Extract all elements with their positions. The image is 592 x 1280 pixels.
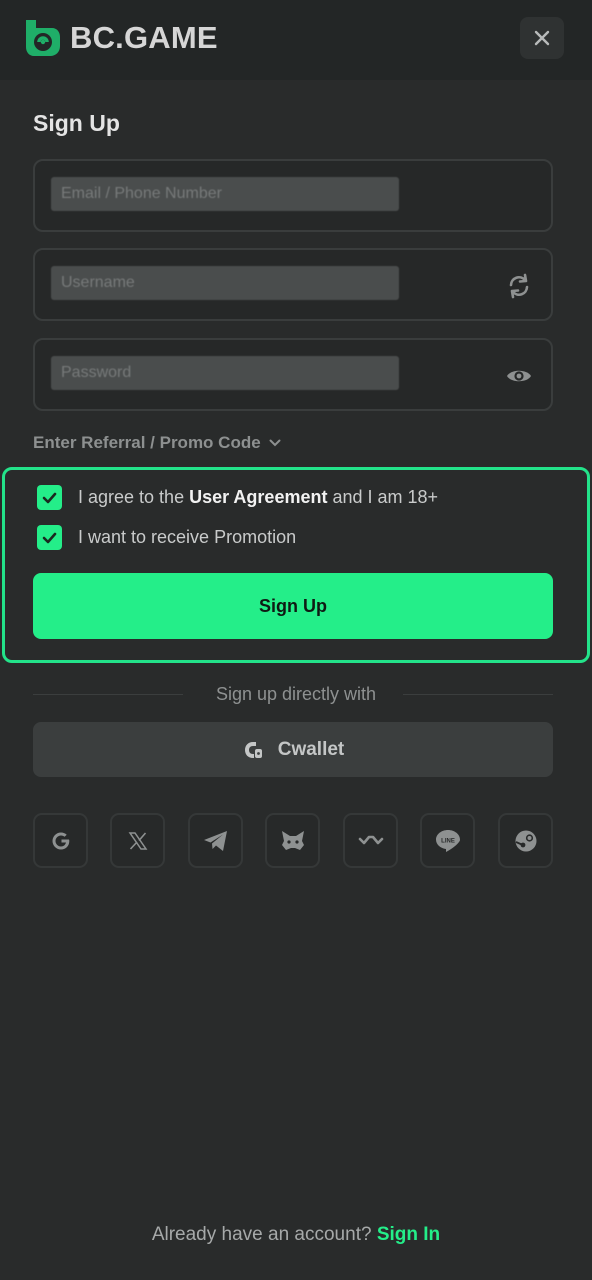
agreement-checkbox[interactable]: [37, 485, 62, 510]
user-agreement-link[interactable]: User Agreement: [189, 487, 327, 507]
chevron-down-icon: [269, 439, 281, 447]
google-icon: [52, 832, 69, 849]
promo-code-toggle[interactable]: Enter Referral / Promo Code: [33, 433, 281, 453]
x-icon: [128, 831, 147, 850]
username-field[interactable]: [33, 248, 553, 321]
agreement-prefix: I agree to the: [78, 487, 190, 507]
google-button[interactable]: [33, 813, 88, 868]
logo[interactable]: BC.GAME: [22, 16, 218, 60]
agreement-suffix: and I am 18+: [327, 487, 439, 507]
footer-prompt: Already have an account?: [151, 1224, 377, 1245]
header: BC.GAME: [0, 0, 592, 80]
line-icon: LINE: [435, 829, 460, 852]
telegram-icon: [203, 830, 227, 851]
promotion-row: I want to receive Promotion: [37, 525, 296, 550]
sign-in-link[interactable]: Sign In: [377, 1224, 440, 1245]
metamask-button[interactable]: [265, 813, 320, 868]
password-field[interactable]: [33, 338, 553, 411]
walletconnect-button[interactable]: [343, 813, 398, 868]
check-icon: [42, 492, 57, 503]
password-input[interactable]: [51, 356, 399, 390]
logo-text: BC.GAME: [70, 20, 218, 55]
refresh-icon[interactable]: [505, 272, 533, 300]
bc-game-logo-icon: [26, 20, 60, 56]
close-button[interactable]: [520, 17, 564, 59]
promo-code-label: Enter Referral / Promo Code: [33, 433, 261, 452]
promotion-checkbox[interactable]: [37, 525, 62, 550]
cwallet-icon: [244, 741, 262, 758]
cwallet-label: Cwallet: [277, 738, 345, 760]
footer: Already have an account? Sign In: [0, 1224, 592, 1246]
close-icon: [534, 30, 550, 46]
cwallet-button[interactable]: Cwallet: [33, 722, 553, 777]
divider-text: Sign up directly with: [215, 684, 377, 704]
steam-icon: [515, 830, 536, 851]
agreement-row: I agree to the User Agreement and I am 1…: [37, 485, 438, 510]
page-title: Sign Up: [33, 110, 120, 136]
eye-icon[interactable]: [505, 362, 533, 390]
steam-button[interactable]: [498, 813, 553, 868]
sign-up-button[interactable]: Sign Up: [33, 573, 553, 639]
promotion-label: I want to receive Promotion: [78, 527, 297, 547]
agreement-text: I agree to the User Agreement and I am 1…: [78, 487, 438, 508]
username-input[interactable]: [51, 266, 399, 300]
metamask-icon: [281, 830, 304, 850]
email-field[interactable]: [33, 159, 553, 232]
line-button[interactable]: LINE: [420, 813, 475, 868]
email-input[interactable]: [51, 177, 399, 211]
svg-text:LINE: LINE: [441, 838, 455, 844]
telegram-button[interactable]: [188, 813, 243, 868]
x-button[interactable]: [110, 813, 165, 868]
walletconnect-icon: [358, 835, 383, 844]
check-icon: [42, 532, 57, 543]
